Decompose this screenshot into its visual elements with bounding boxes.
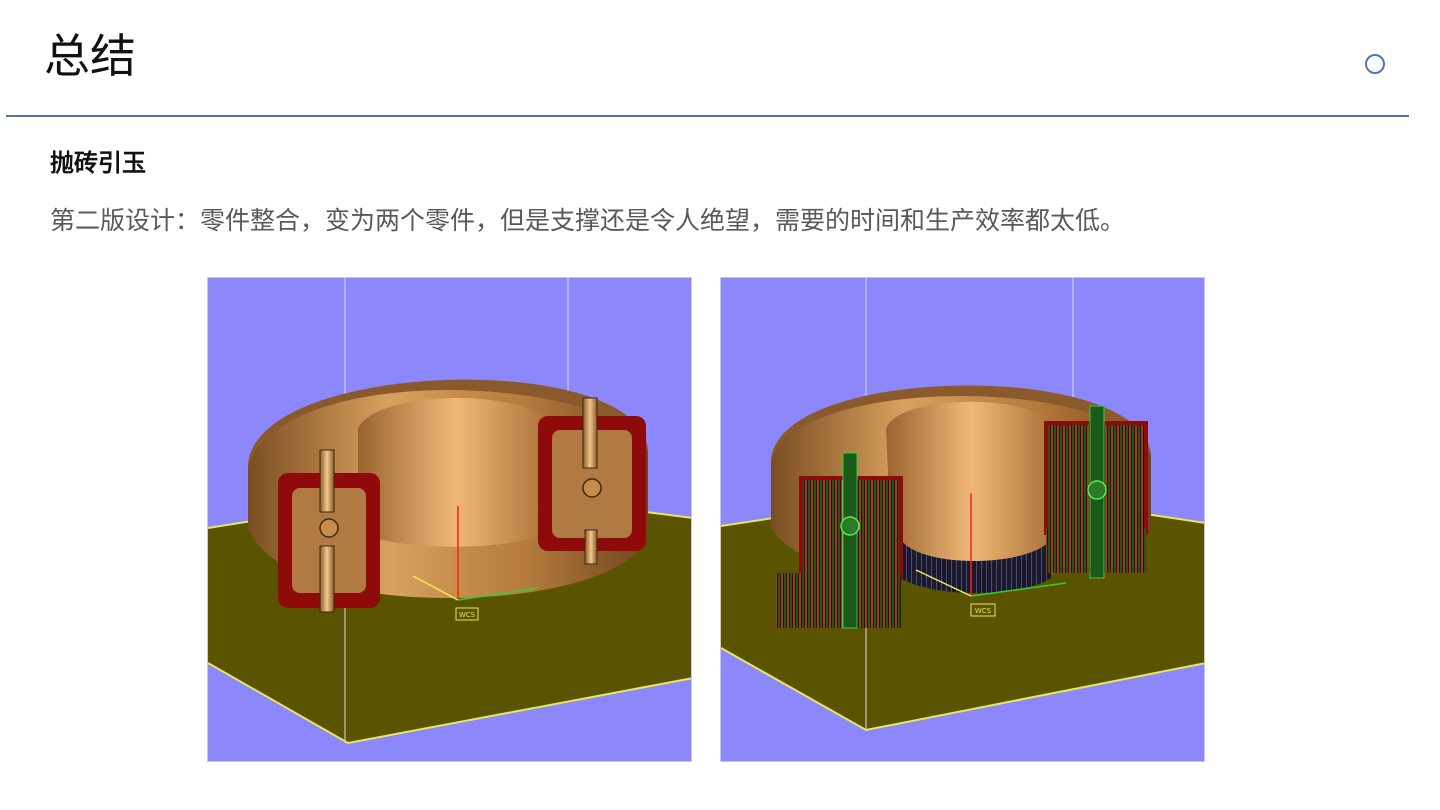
subheading: 抛砖引玉 xyxy=(50,148,146,177)
wcs-label: WCS xyxy=(975,607,992,615)
circle-icon xyxy=(1365,54,1385,74)
title-divider xyxy=(6,115,1409,117)
figure-ring-part: WCS xyxy=(207,277,692,762)
body-text: 第二版设计：零件整合，变为两个零件，但是支撑还是令人绝望，需要的时间和生产效率都… xyxy=(50,206,1126,235)
page-title: 总结 xyxy=(44,29,136,83)
wcs-label: WCS xyxy=(459,611,476,619)
figure-ring-part-supports: WCS xyxy=(720,277,1205,762)
